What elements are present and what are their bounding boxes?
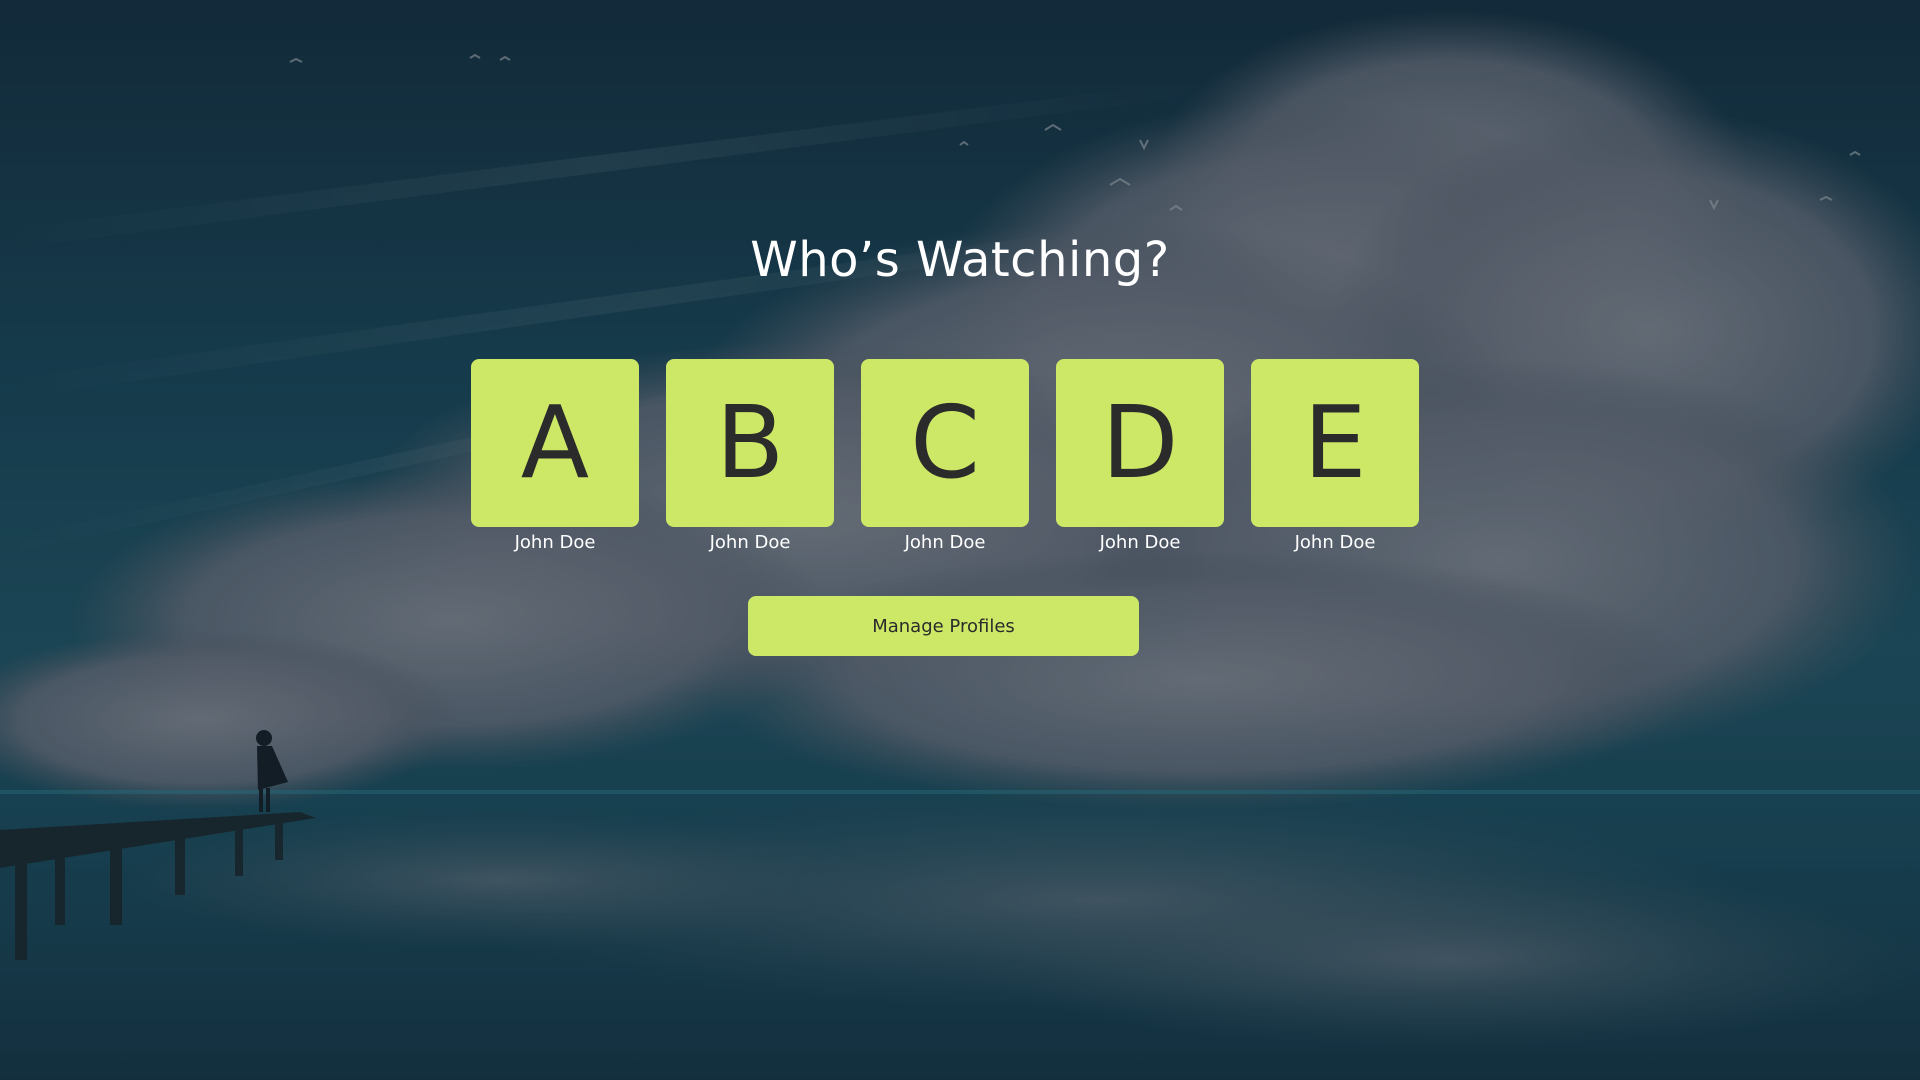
profile-avatar[interactable]: B xyxy=(666,359,834,527)
manage-profiles-button[interactable]: Manage Profiles xyxy=(748,596,1139,656)
profile-card[interactable]: C John Doe xyxy=(861,359,1029,559)
profile-name: John Doe xyxy=(904,532,986,553)
profile-selector: Who’s Watching? A John Doe B John Doe C … xyxy=(0,0,1920,1080)
profile-name: John Doe xyxy=(1099,532,1181,553)
profile-card[interactable]: A John Doe xyxy=(471,359,639,559)
profile-card[interactable]: D John Doe xyxy=(1056,359,1224,559)
profile-name: John Doe xyxy=(709,532,791,553)
profile-name: John Doe xyxy=(1294,532,1376,553)
profile-card[interactable]: B John Doe xyxy=(666,359,834,559)
profile-avatar[interactable]: D xyxy=(1056,359,1224,527)
profile-name: John Doe xyxy=(514,532,596,553)
profile-card[interactable]: E John Doe xyxy=(1251,359,1419,559)
profile-list: A John Doe B John Doe C John Doe D John … xyxy=(471,359,1419,559)
profile-avatar[interactable]: C xyxy=(861,359,1029,527)
profile-avatar[interactable]: A xyxy=(471,359,639,527)
page-title: Who’s Watching? xyxy=(750,232,1170,288)
profile-avatar[interactable]: E xyxy=(1251,359,1419,527)
